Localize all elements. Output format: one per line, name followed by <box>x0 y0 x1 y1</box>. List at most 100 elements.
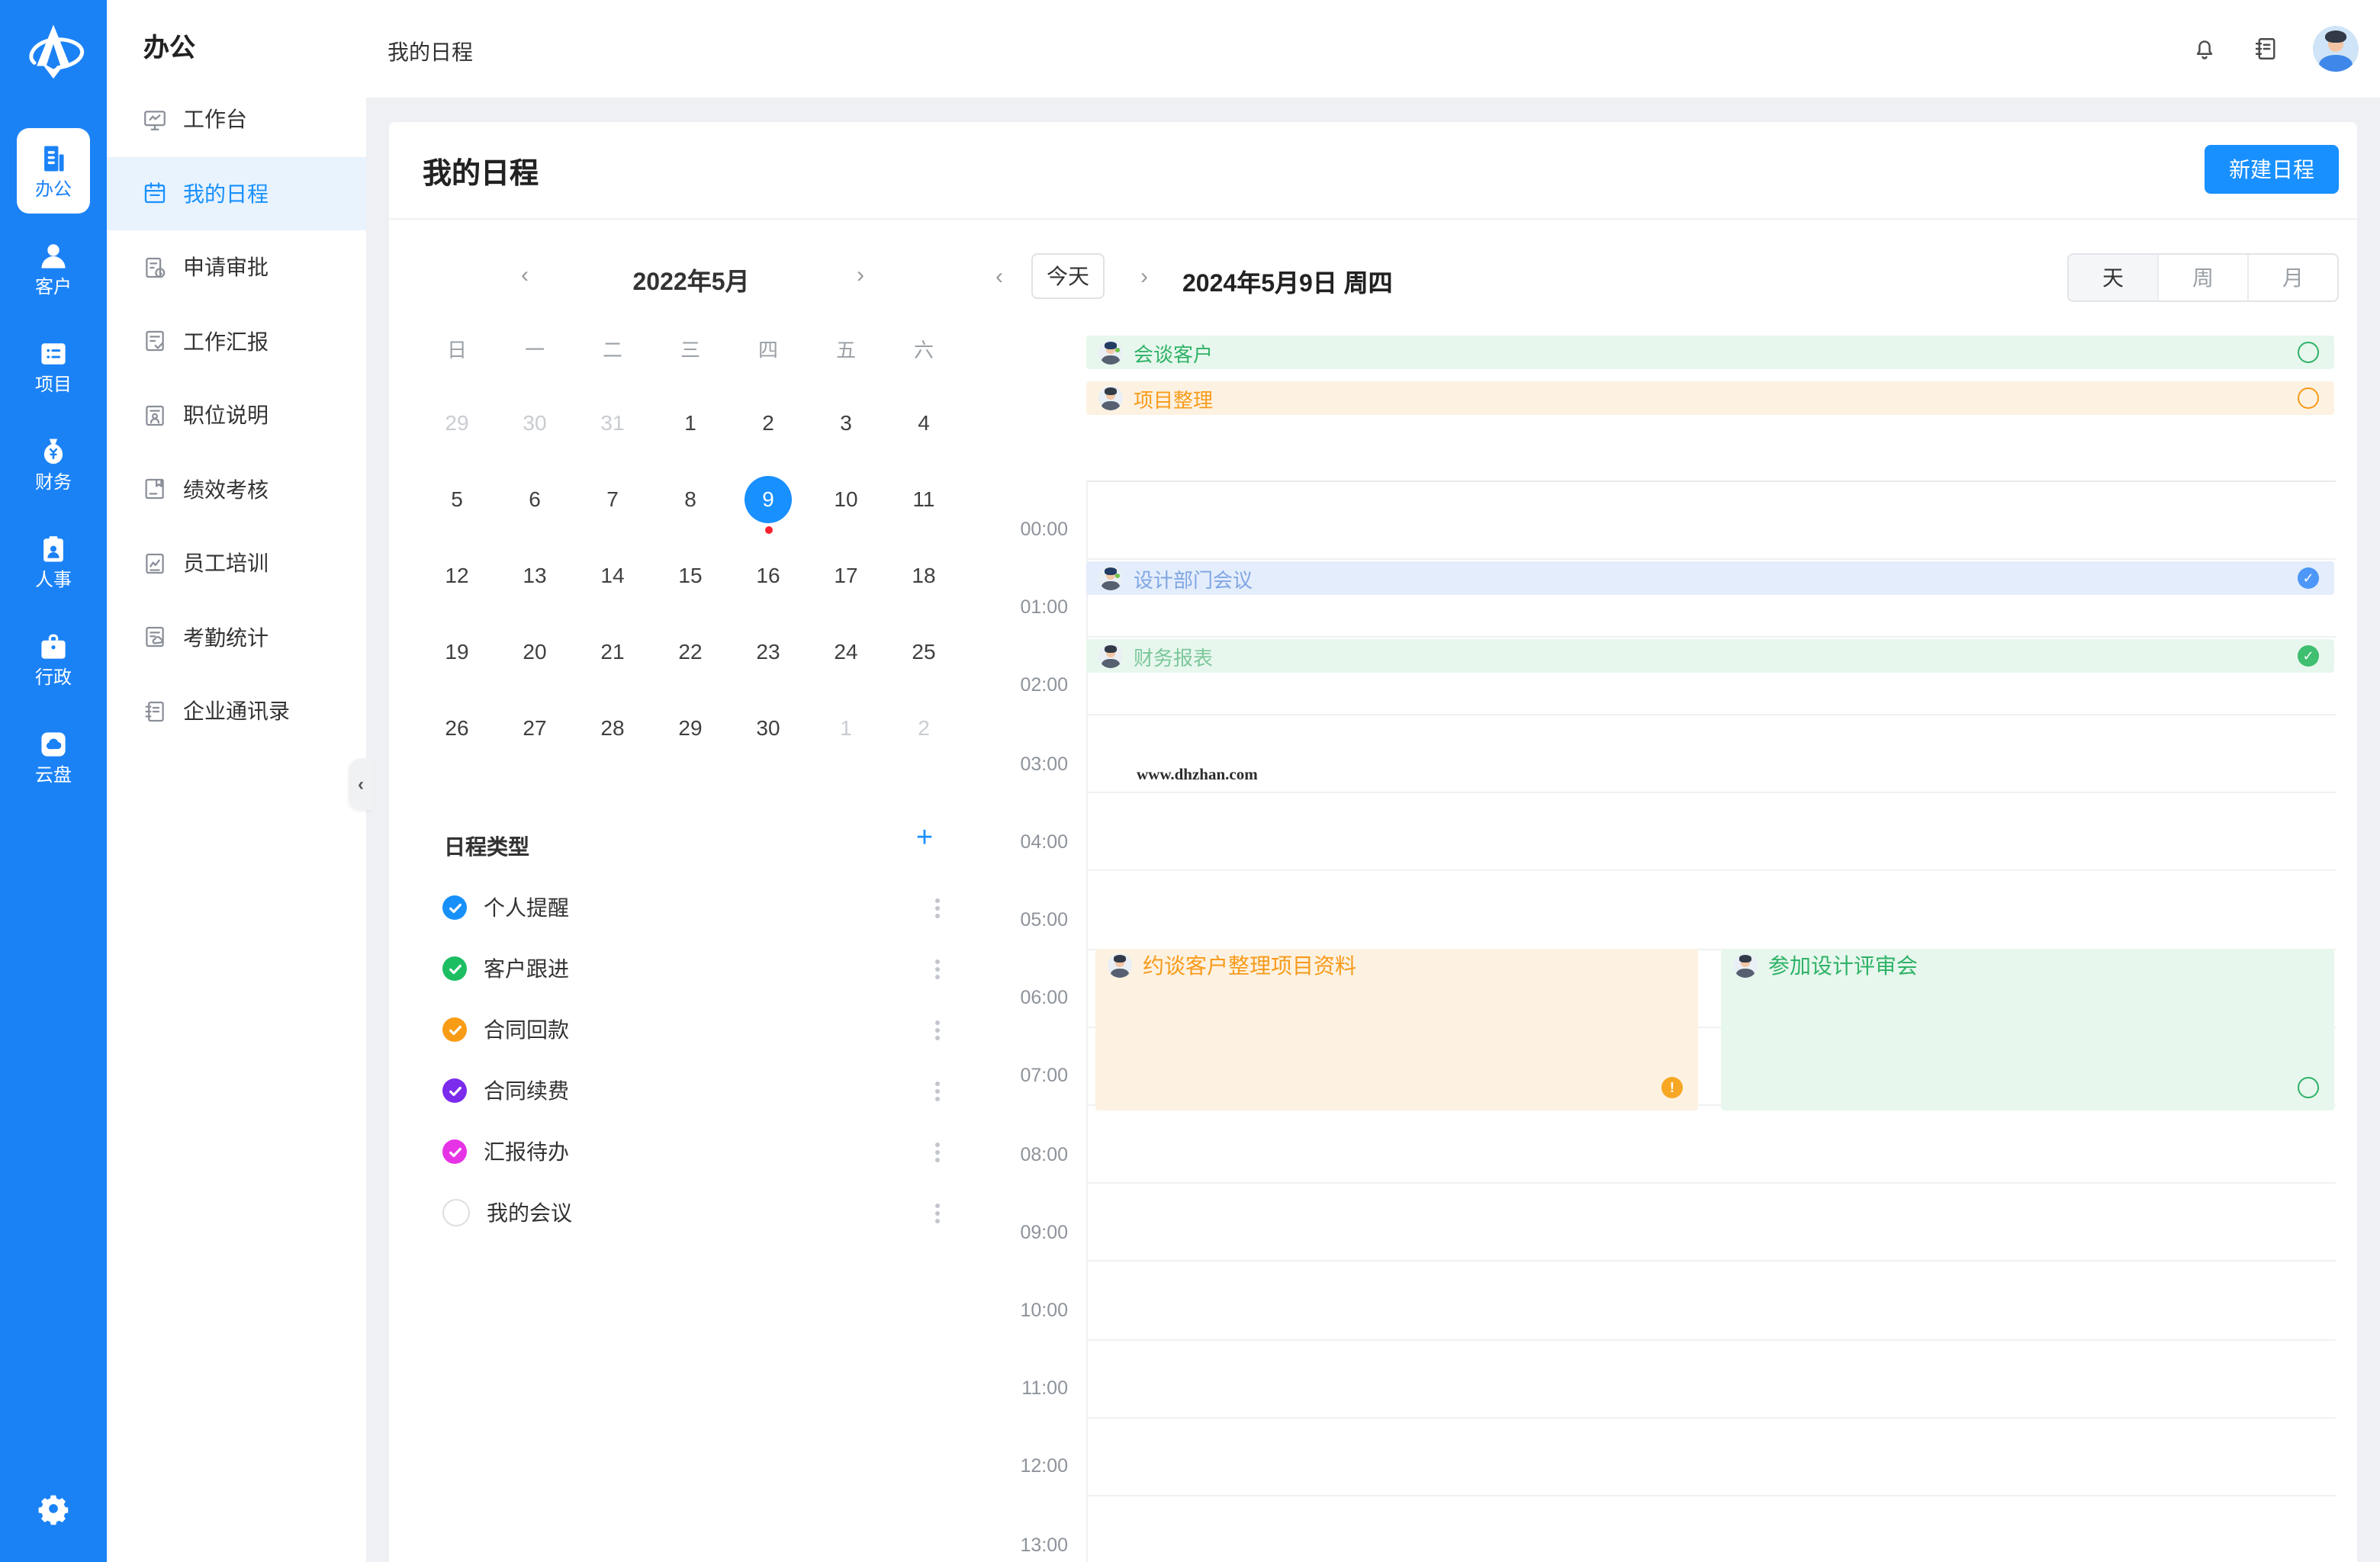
view-tab-月[interactable]: 月 <box>2247 255 2337 301</box>
calendar-day[interactable]: 29 <box>418 384 496 461</box>
calendar-day[interactable]: 25 <box>885 613 963 689</box>
sidebar-item-training[interactable]: 员工培训 <box>107 526 366 599</box>
event-status-circle-icon[interactable] <box>2298 387 2319 409</box>
calendar-day[interactable]: 21 <box>574 613 651 689</box>
type-menu-dots-icon[interactable] <box>926 956 947 981</box>
event-status-exclaim-icon[interactable]: ! <box>1661 1077 1683 1098</box>
calendar-day[interactable]: 30 <box>496 384 574 461</box>
type-checkbox[interactable] <box>442 895 467 920</box>
calendar-day[interactable]: 1 <box>807 689 885 766</box>
new-schedule-button[interactable]: 新建日程 <box>2205 145 2339 194</box>
schedule-event[interactable]: 参加设计评审会 <box>1721 949 2334 1110</box>
calendar-day[interactable]: 31 <box>574 384 651 461</box>
cloud-icon <box>37 728 70 761</box>
calendar-day[interactable]: 13 <box>496 537 574 613</box>
rail-item-office[interactable]: 办公 <box>17 128 90 214</box>
type-checkbox[interactable] <box>442 1139 467 1164</box>
calendar-day[interactable]: 29 <box>651 689 729 766</box>
type-checkbox[interactable] <box>442 1017 467 1042</box>
event-status-check-icon[interactable]: ✓ <box>2298 567 2319 589</box>
type-menu-dots-icon[interactable] <box>926 1139 947 1164</box>
sidebar-item-my-schedule[interactable]: 我的日程 <box>107 156 366 230</box>
view-tab-天[interactable]: 天 <box>2069 255 2157 301</box>
sidebar-item-directory[interactable]: 企业通讯录 <box>107 674 366 747</box>
sidebar-item-workbench[interactable]: 工作台 <box>107 82 366 156</box>
calendar-day[interactable]: 7 <box>574 461 651 537</box>
notebook-icon[interactable] <box>2252 35 2279 63</box>
calendar-day[interactable]: 2 <box>885 689 963 766</box>
event-status-circle-icon[interactable] <box>2298 342 2319 363</box>
sidebar-collapse-handle[interactable]: ‹ <box>349 758 372 810</box>
sidebar-item-approval[interactable]: 申请审批 <box>107 230 366 304</box>
calendar-day[interactable]: 28 <box>574 689 651 766</box>
schedule-event[interactable]: 会谈客户 <box>1086 336 2334 369</box>
rail-item-cloud[interactable]: 云盘 <box>17 714 90 799</box>
weekday-label: 四 <box>729 334 807 363</box>
add-type-plus-icon[interactable]: + <box>908 822 941 856</box>
calendar-day[interactable]: 5 <box>418 461 496 537</box>
type-checkbox[interactable] <box>442 956 467 981</box>
calendar-day[interactable]: 22 <box>651 613 729 689</box>
calendar-day[interactable]: 16 <box>729 537 807 613</box>
hour-label: 03:00 <box>989 753 1068 774</box>
schedule-event[interactable]: 约谈客户整理项目资料! <box>1095 949 1698 1110</box>
calendar-day[interactable]: 4 <box>885 384 963 461</box>
calendar-day[interactable]: 27 <box>496 689 574 766</box>
calendar-day[interactable]: 12 <box>418 537 496 613</box>
schedule-event[interactable]: 项目整理 <box>1086 381 2334 415</box>
type-checkbox[interactable] <box>442 1078 467 1103</box>
schedule-event[interactable]: 设计部门会议✓ <box>1086 561 2334 595</box>
today-button[interactable]: 今天 <box>1031 253 1105 299</box>
calendar-day[interactable]: 30 <box>729 689 807 766</box>
calendar-day[interactable]: 26 <box>418 689 496 766</box>
calendar-day[interactable]: 24 <box>807 613 885 689</box>
sidebar-item-attendance[interactable]: 考勤统计 <box>107 600 366 673</box>
event-title: 项目整理 <box>1134 384 1213 413</box>
calendar-day[interactable]: 19 <box>418 613 496 689</box>
calendar-day[interactable]: 6 <box>496 461 574 537</box>
event-status-check-icon[interactable]: ✓ <box>2298 645 2319 667</box>
sidebar-item-performance[interactable]: 绩效考核 <box>107 452 366 525</box>
brand-logo-icon[interactable] <box>15 18 92 95</box>
type-menu-dots-icon[interactable] <box>926 895 947 920</box>
rail-item-admin[interactable]: 行政 <box>17 616 90 702</box>
type-menu-dots-icon[interactable] <box>926 1017 947 1042</box>
calendar-day[interactable]: 9 <box>729 461 807 537</box>
sidebar-item-work-report[interactable]: 工作汇报 <box>107 304 366 378</box>
calendar-day[interactable]: 20 <box>496 613 574 689</box>
user-avatar[interactable] <box>2313 26 2359 72</box>
app-rail: 办公客户项目财务人事行政云盘 <box>0 0 107 1562</box>
mini-calendar-next-icon[interactable]: › <box>847 261 874 288</box>
day-next-icon[interactable]: › <box>1130 262 1158 290</box>
mini-calendar-prev-icon[interactable]: ‹ <box>511 261 539 288</box>
calendar-day[interactable]: 23 <box>729 613 807 689</box>
calendar-day[interactable]: 10 <box>807 461 885 537</box>
rail-item-customer[interactable]: 客户 <box>17 226 90 311</box>
hour-label: 01:00 <box>989 596 1068 618</box>
hour-label: 06:00 <box>989 987 1068 1008</box>
calendar-day[interactable]: 17 <box>807 537 885 613</box>
type-checkbox[interactable] <box>442 1199 470 1226</box>
calendar-day[interactable]: 18 <box>885 537 963 613</box>
calendar-day[interactable]: 8 <box>651 461 729 537</box>
bell-icon[interactable] <box>2191 35 2218 63</box>
event-status-circle-icon[interactable] <box>2298 1077 2319 1098</box>
calendar-day[interactable]: 1 <box>651 384 729 461</box>
sidebar-item-job-description[interactable]: 职位说明 <box>107 378 366 452</box>
calendar-day[interactable]: 2 <box>729 384 807 461</box>
day-prev-icon[interactable]: ‹ <box>986 262 1013 290</box>
type-menu-dots-icon[interactable] <box>926 1078 947 1103</box>
calendar-day[interactable]: 15 <box>651 537 729 613</box>
settings-gear-icon[interactable] <box>37 1492 70 1525</box>
rail-item-hr[interactable]: 人事 <box>17 519 90 604</box>
rail-item-finance[interactable]: 财务 <box>17 421 90 506</box>
rail-item-project[interactable]: 项目 <box>17 323 90 409</box>
finance-icon <box>37 435 70 468</box>
attendee-avatar <box>1108 953 1132 978</box>
calendar-day[interactable]: 14 <box>574 537 651 613</box>
type-menu-dots-icon[interactable] <box>926 1200 947 1225</box>
schedule-event[interactable]: 财务报表✓ <box>1086 639 2334 673</box>
calendar-day[interactable]: 11 <box>885 461 963 537</box>
view-tab-周[interactable]: 周 <box>2157 255 2247 301</box>
calendar-day[interactable]: 3 <box>807 384 885 461</box>
